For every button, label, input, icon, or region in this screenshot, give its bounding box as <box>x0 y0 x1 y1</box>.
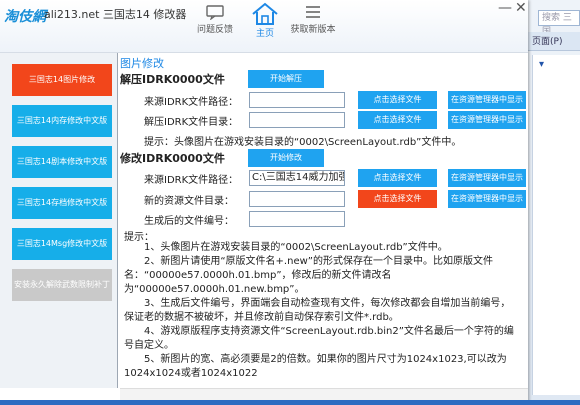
sidebar-item-image-modify[interactable]: 三国志14图片修改 <box>12 64 112 96</box>
modify-src-show-button[interactable]: 在资源管理器中显示 <box>448 169 526 187</box>
decompress-section-title: 解压IDRK0000文件 <box>120 73 225 86</box>
browser-content-panel: ▾ <box>532 55 580 395</box>
modify-num-label: 生成后的文件编号： <box>144 216 234 227</box>
tip-item: 4、游戏原版程序支持资源文件“ScreenLayout.rdb.bin2”文件名… <box>124 326 514 351</box>
decompress-dst-show-button[interactable]: 在资源管理器中显示 <box>448 111 526 129</box>
decompress-dst-input[interactable] <box>249 112 345 128</box>
sidebar-item-msg-modify[interactable]: 三国志14Msg修改中文版 <box>12 228 112 260</box>
home-button[interactable]: 主页 <box>245 0 285 44</box>
decompress-dst-choose-button[interactable]: 点击选择文件 <box>358 111 437 129</box>
feedback-button[interactable]: 问题反馈 <box>190 4 240 35</box>
modify-res-input[interactable] <box>249 191 345 207</box>
start-modify-button[interactable]: 开始修改 <box>248 149 324 167</box>
decompress-src-show-button[interactable]: 在资源管理器中显示 <box>448 91 526 109</box>
modify-section-title: 修改IDRK0000文件 <box>120 152 225 165</box>
browser-page-menu[interactable]: 页面(P) <box>532 34 562 47</box>
title-bar: 淘伎網 ali213.net 三国志14 修改器 问题反馈 主页 获取新版本 —… <box>0 0 528 53</box>
modify-res-show-button[interactable]: 在资源管理器中显示 <box>448 190 526 208</box>
browser-search-field[interactable]: 搜索 三国 <box>538 10 580 37</box>
tips-list: 1、头像图片在游戏安装目录的“0002\ScreenLayout.rdb”文件中… <box>124 241 520 381</box>
window-title: ali213.net 三国志14 修改器 <box>44 8 187 21</box>
modify-res-choose-button[interactable]: 点击选择文件 <box>358 190 437 208</box>
get-new-version-label: 获取新版本 <box>290 25 336 35</box>
sidebar-item-save-modify[interactable]: 三国志14存档修改中文版 <box>12 187 112 219</box>
tip-item: 5、新图片的宽、高必须要是2的倍数。如果你的图片尺寸为1024x1023,可以改… <box>124 354 507 379</box>
tip-item: 1、头像图片在游戏安装目录的“0002\ScreenLayout.rdb”文件中… <box>144 242 448 253</box>
tip-item: 2、新图片请使用“原版文件名+.new”的形式保存在一个目录中。比如原版文件名：… <box>124 256 493 295</box>
feedback-label: 问题反馈 <box>196 25 233 35</box>
decompress-src-input[interactable] <box>249 92 345 108</box>
home-label: 主页 <box>255 29 274 39</box>
sidebar: 三国志14图片修改 三国志14内存修改中文版 三国志14剧本修改中文版 三国志1… <box>0 53 117 388</box>
browser-toolbar: 页面(P) <box>528 32 580 51</box>
home-icon <box>252 2 278 25</box>
modify-res-label: 新的资源文件目录： <box>144 196 234 207</box>
app-logo: 淘伎網 <box>4 9 46 25</box>
decompress-dst-label: 解压IDRK文件目录： <box>144 117 239 128</box>
decompress-src-label: 来源IDRK文件路径： <box>144 97 239 108</box>
sidebar-item-memory-modify[interactable]: 三国志14内存修改中文版 <box>12 105 112 137</box>
list-icon <box>306 6 320 18</box>
modify-src-label: 来源IDRK文件路径： <box>144 175 239 186</box>
get-new-version-button[interactable]: 获取新版本 <box>288 4 338 35</box>
sidebar-item-patch: 安装永久解除武数限制补丁 <box>12 269 112 301</box>
start-decompress-button[interactable]: 开始解压 <box>248 70 324 88</box>
decompress-src-choose-button[interactable]: 点击选择文件 <box>358 91 437 109</box>
modify-src-input[interactable]: C:\三国志14威力加强 <box>249 170 345 186</box>
sidebar-item-script-modify[interactable]: 三国志14剧本修改中文版 <box>12 146 112 178</box>
modify-num-input[interactable] <box>249 211 345 227</box>
taskbar-strip <box>0 400 580 405</box>
page-title: 图片修改 <box>120 57 164 70</box>
minimize-button[interactable]: — <box>498 0 512 16</box>
tip-item: 3、生成后文件编号，界面端会自动检查现有文件，每次修改都会自增加当前编号，保证老… <box>124 298 511 323</box>
close-button[interactable]: ✕ <box>515 0 527 16</box>
app-window: 淘伎網 ali213.net 三国志14 修改器 问题反馈 主页 获取新版本 —… <box>0 0 528 405</box>
feedback-icon <box>206 5 224 20</box>
browser-arrow-icon: ▾ <box>539 59 545 70</box>
decompress-hint: 提示：头像图片在游戏安装目录的“0002\ScreenLayout.rdb”文件… <box>144 137 462 148</box>
main-content: 图片修改 解压IDRK0000文件 开始解压 来源IDRK文件路径： 点击选择文… <box>117 53 527 388</box>
modify-src-choose-button[interactable]: 点击选择文件 <box>358 169 437 187</box>
